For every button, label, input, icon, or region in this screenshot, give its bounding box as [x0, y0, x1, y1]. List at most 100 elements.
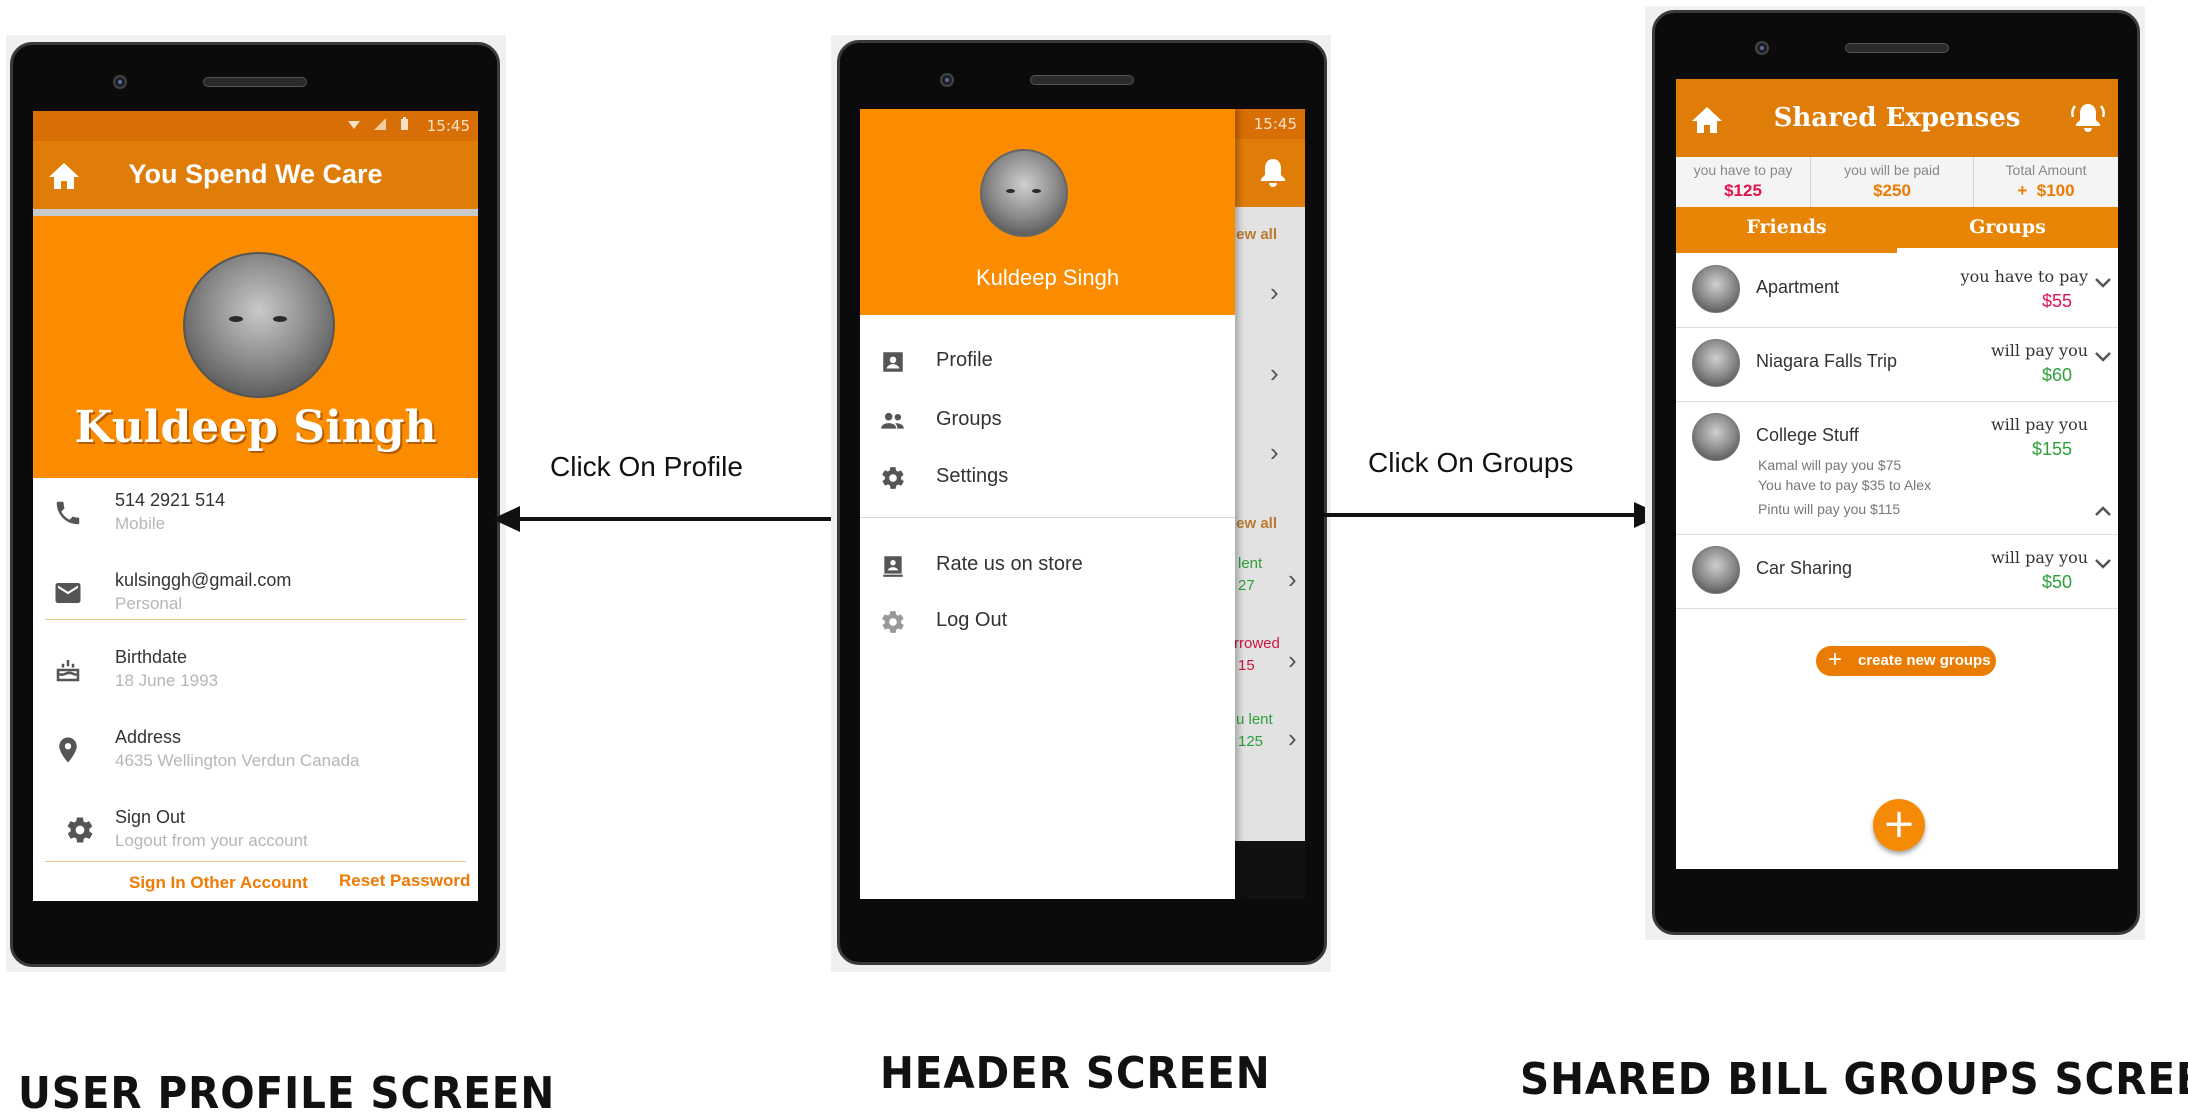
- status-bar: 15:45: [33, 111, 478, 141]
- phone-number[interactable]: 514 2921 514: [115, 490, 225, 511]
- camera-icon: [1755, 41, 1769, 55]
- menu-item-label: Groups: [936, 408, 1002, 430]
- header-screen: 15:45 iew all › › › iew all lent 27 › rr…: [860, 109, 1305, 899]
- avatar: [1692, 265, 1740, 313]
- email-address[interactable]: kulsinggh@gmail.com: [115, 570, 291, 591]
- summary-label: you will be paid: [1844, 162, 1940, 178]
- group-amount: $155: [2031, 439, 2072, 459]
- camera-icon: [940, 73, 954, 87]
- menu-divider: [860, 517, 1235, 518]
- sign-out-row[interactable]: Sign Out Logout from your account: [33, 795, 478, 865]
- profile-hero: Kuldeep Singh: [33, 216, 478, 478]
- group-row-niagara[interactable]: Niagara Falls Trip will pay you $60: [1676, 327, 2118, 402]
- email-icon: [55, 583, 81, 603]
- speaker-grille: [203, 77, 307, 87]
- phone-type: Mobile: [115, 514, 166, 533]
- menu-item-log-out[interactable]: Log Out: [860, 595, 1235, 645]
- avatar: [1692, 546, 1740, 594]
- group-amount: $55: [2041, 291, 2072, 311]
- avatar: [1692, 339, 1740, 387]
- borrowed-label: rrowed: [1234, 635, 1280, 652]
- cake-icon: [56, 660, 80, 682]
- app-bar: You Spend We Care: [33, 141, 478, 216]
- group-row-apartment[interactable]: Apartment you have to pay $55: [1676, 253, 2118, 328]
- lent-amount: 125: [1238, 733, 1264, 750]
- menu-item-rate-us[interactable]: Rate us on store: [860, 539, 1235, 589]
- avatar: [183, 252, 335, 398]
- bell-ringing-icon[interactable]: [2070, 101, 2106, 135]
- avatar: [1692, 413, 1740, 461]
- menu-item-groups[interactable]: Groups: [860, 394, 1235, 444]
- sign-in-other-account-link[interactable]: Sign In Other Account: [129, 873, 308, 893]
- tab-groups[interactable]: Groups: [1897, 207, 2118, 253]
- gear-icon: [882, 467, 904, 489]
- chevron-down-icon[interactable]: [2094, 558, 2112, 570]
- user-name: Kuldeep Singh: [74, 402, 437, 453]
- menu-item-label: Profile: [936, 349, 993, 371]
- sign-out-label[interactable]: Sign Out: [115, 807, 185, 828]
- group-amount: $50: [2041, 572, 2072, 592]
- summary-value: + $100: [2017, 181, 2075, 200]
- phone-row: 514 2921 514 Mobile: [33, 478, 478, 548]
- drawer-user-name: Kuldeep Singh: [975, 265, 1120, 290]
- add-fab-button[interactable]: +: [1873, 799, 1925, 851]
- group-row-college[interactable]: College Stuff will pay you $155 Kamal wi…: [1676, 401, 2118, 535]
- profile-phone-frame: 15:45 You Spend We Care Kuldeep Singh 51…: [10, 42, 500, 967]
- chevron-down-icon[interactable]: [2094, 277, 2112, 289]
- bell-icon[interactable]: [1259, 157, 1287, 187]
- menu-item-settings[interactable]: Settings: [860, 451, 1235, 501]
- address-value: 4635 Wellington Verdun Canada: [115, 751, 360, 770]
- group-detail-line: You have to pay $35 to Alex: [1758, 477, 1932, 493]
- click-on-groups-label: Click On Groups: [1368, 447, 1574, 478]
- arrow-left-icon: [492, 506, 520, 532]
- caption-header: HEADER SCREEN: [880, 1048, 1271, 1099]
- profile-screen: 15:45 You Spend We Care Kuldeep Singh 51…: [33, 111, 478, 901]
- email-type: Personal: [115, 594, 183, 613]
- menu-item-label: Rate us on store: [936, 553, 1083, 575]
- group-status: will pay you: [1990, 548, 2088, 567]
- plus-icon: +: [1828, 646, 1843, 673]
- store-icon: [883, 556, 903, 577]
- caption-shared-bill-groups: SHARED BILL GROUPS SCREEN: [1520, 1054, 2188, 1105]
- divider: [45, 619, 466, 620]
- create-button-label: create new groups: [1858, 652, 1991, 669]
- tab-friends[interactable]: Friends: [1676, 207, 1897, 253]
- status-bar: 15:45: [1225, 109, 1305, 139]
- birthdate-row: Birthdate 18 June 1993: [33, 635, 478, 705]
- chevron-up-icon[interactable]: [2094, 505, 2112, 517]
- divider: [45, 861, 466, 862]
- birthdate-label: Birthdate: [115, 647, 188, 667]
- lent-label: u lent: [1236, 711, 1273, 728]
- birthdate-value: 18 June 1993: [115, 671, 219, 690]
- location-pin-icon: [59, 737, 77, 763]
- app-title: You Spend We Care: [128, 159, 383, 189]
- summary-value: $125: [1724, 181, 1762, 200]
- caption-user-profile: USER PROFILE SCREEN: [18, 1068, 556, 1119]
- chevron-down-icon[interactable]: [2094, 351, 2112, 363]
- group-row-car-sharing[interactable]: Car Sharing will pay you $50: [1676, 534, 2118, 609]
- menu-item-label: Settings: [936, 465, 1009, 487]
- arrow-to-profile: [510, 517, 840, 521]
- camera-icon: [113, 75, 127, 89]
- signal-icon: [374, 118, 386, 130]
- group-amount: $60: [2041, 365, 2072, 385]
- chevron-right-icon: ›: [1270, 437, 1279, 467]
- sign-out-description: Logout from your account: [115, 831, 308, 850]
- navigation-drawer: Kuldeep Singh Profile Groups Settings Ra…: [860, 109, 1235, 899]
- group-name: College Stuff: [1756, 425, 1859, 445]
- profile-icon: [883, 352, 903, 372]
- header-phone-frame: 15:45 iew all › › › iew all lent 27 › rr…: [837, 40, 1327, 965]
- chevron-right-icon: ›: [1288, 723, 1297, 753]
- app-bar: Shared Expenses: [1676, 79, 2118, 157]
- menu-item-profile[interactable]: Profile: [860, 335, 1235, 385]
- summary-value: $250: [1873, 181, 1911, 200]
- summary-label: Total Amount: [2005, 162, 2087, 178]
- chevron-right-icon: ›: [1288, 645, 1297, 675]
- reset-password-link[interactable]: Reset Password: [339, 871, 470, 891]
- group-status: will pay you: [1990, 341, 2088, 360]
- wifi-icon: [348, 121, 360, 129]
- lent-amount: 27: [1238, 577, 1255, 594]
- battery-icon: [401, 117, 408, 130]
- create-new-groups-button[interactable]: + create new groups: [1816, 646, 1996, 676]
- summary-bar: you have to pay $125 you will be paid $2…: [1676, 157, 2118, 208]
